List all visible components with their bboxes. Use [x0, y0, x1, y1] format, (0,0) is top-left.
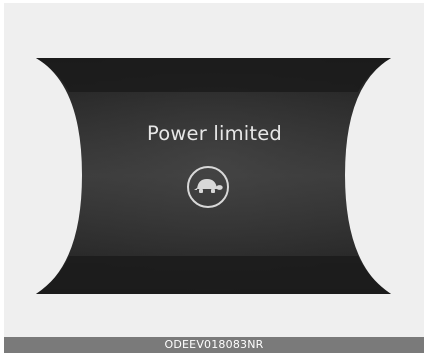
display-top-band [36, 58, 391, 92]
turtle-icon [185, 164, 231, 210]
image-code-label: ODEEV018083NR [4, 337, 424, 353]
power-limited-message: Power limited [146, 122, 283, 145]
display-bottom-band [36, 256, 391, 294]
